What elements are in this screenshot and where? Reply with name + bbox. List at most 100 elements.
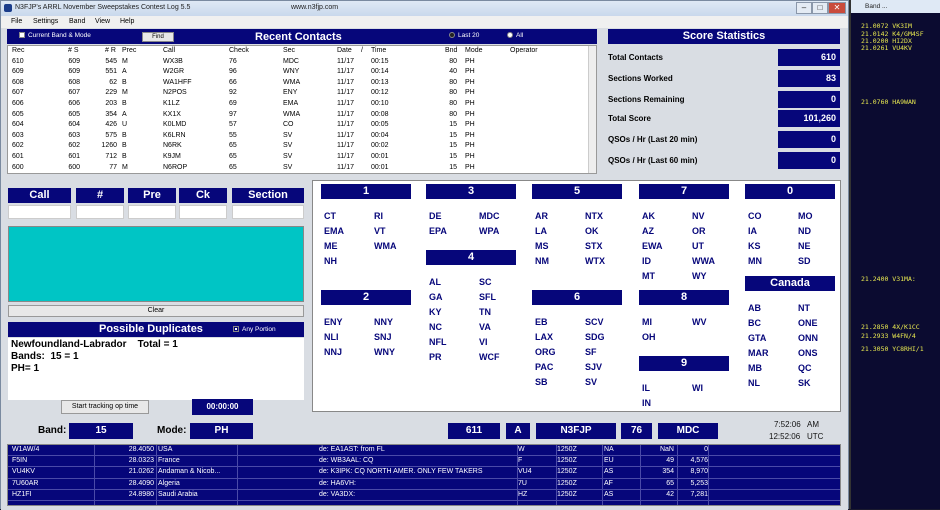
any-portion-checkbox[interactable]: Any Portion xyxy=(233,326,276,333)
last20-radio[interactable]: Last 20 xyxy=(449,32,479,39)
section-wma: WMA xyxy=(374,241,397,251)
spot-row[interactable]: HZ1FI 24.8980 Saudi Arabia de: VA3DX: HZ 1250… xyxy=(8,490,840,501)
table-row[interactable]: 600 600 77 M N6ROP 65 SV 11/17 00:01 15 PH xyxy=(8,163,596,173)
band-map-spot[interactable]: 21.2933 W4FN/4 xyxy=(861,332,916,340)
all-radio[interactable]: All xyxy=(507,32,523,39)
section-wpa: WPA xyxy=(479,226,500,236)
table-scrollbar[interactable] xyxy=(588,46,596,173)
possible-duplicates-body: Newfoundland-Labrador Total = 1 Bands: 1… xyxy=(8,338,304,400)
find-button[interactable]: Find xyxy=(142,32,174,42)
stat-total-contacts: Total Contacts 610 xyxy=(608,49,840,68)
table-cell: N6RK xyxy=(163,142,182,150)
section-vi: VI xyxy=(479,337,488,347)
table-cell: 00:01 xyxy=(371,152,389,160)
section-mn: MN xyxy=(748,256,762,266)
table-row[interactable]: 603 603 575 B K6LRN 55 SV 11/17 00:04 15 PH xyxy=(8,131,596,142)
menu-file[interactable]: File xyxy=(11,18,22,25)
close-button[interactable]: ✕ xyxy=(828,2,846,14)
table-row[interactable]: 608 608 62 B WA1HFF 66 WMA 11/17 00:13 80 PH xyxy=(8,78,596,89)
table-row[interactable]: 602 602 1260 B N6RK 65 SV 11/17 00:02 15 PH xyxy=(8,141,596,152)
current-band-mode-checkbox[interactable]: Current Band & Mode xyxy=(19,32,91,39)
table-row[interactable]: 604 604 426 U K0LMD 57 CO 11/17 00:05 15 PH xyxy=(8,120,596,131)
table-cell: 15 xyxy=(449,131,457,139)
table-cell: 11/17 xyxy=(337,131,354,139)
table-cell: 607 xyxy=(68,89,80,97)
table-cell: 1260 xyxy=(101,142,117,150)
table-row[interactable]: 609 609 551 A W2GR 96 WNY 11/17 00:14 40 PH xyxy=(8,67,596,78)
table-cell: 80 xyxy=(449,78,457,86)
section-mo: MO xyxy=(798,211,813,221)
spot-row[interactable]: VU4KV 21.0262 Andaman & Nicob... de: K3IPK:… xyxy=(8,467,840,479)
section-mar: MAR xyxy=(748,348,769,358)
menu-view[interactable]: View xyxy=(95,18,110,25)
section-il: IL xyxy=(642,383,650,393)
band-map-spot[interactable]: 21.2400 V31MA: xyxy=(861,275,916,283)
col-slash: / xyxy=(361,47,363,54)
section-input[interactable] xyxy=(232,205,304,219)
menu-band[interactable]: Band xyxy=(69,18,85,25)
spot-cell: HZ1FI xyxy=(12,490,32,498)
section-group-3: 3 xyxy=(426,184,516,199)
section-group-0: 0 xyxy=(745,184,835,199)
band-map-spot[interactable]: 21.3050 YC8RHI/1 xyxy=(861,345,924,353)
section-tn: TN xyxy=(479,307,491,317)
check-input[interactable] xyxy=(179,205,227,219)
table-cell: PH xyxy=(465,131,475,139)
menu-help[interactable]: Help xyxy=(120,18,134,25)
table-row[interactable]: 605 605 354 A KX1X 97 WMA 11/17 00:08 80 PH xyxy=(8,110,596,121)
section-ut: UT xyxy=(692,241,704,251)
table-row[interactable]: 607 607 229 M N2POS 92 ENY 11/17 00:12 80 PH xyxy=(8,88,596,99)
section-nny: NNY xyxy=(374,317,394,327)
table-cell: 76 xyxy=(229,57,237,65)
table-row[interactable]: 601 601 712 B K9JM 65 SV 11/17 00:01 15 PH xyxy=(8,152,596,163)
section-group-4: 4 xyxy=(426,250,516,265)
section-or: OR xyxy=(692,226,706,236)
spot-cell: 0 xyxy=(704,446,708,453)
spot-row[interactable]: 7U60AR 28.4090 Algeria de: HA6VH: 7U 1250Z AF 6… xyxy=(8,479,840,490)
table-cell: 11/17 xyxy=(337,121,354,129)
table-cell: 65 xyxy=(229,163,237,171)
section-one: ONE xyxy=(798,318,818,328)
table-cell: SV xyxy=(283,131,293,139)
start-tracking-button[interactable]: Start tracking op time xyxy=(61,400,149,414)
call-input[interactable] xyxy=(8,205,71,219)
app-icon xyxy=(4,4,12,12)
table-cell: WX3B xyxy=(163,57,183,65)
section-group-canada: Canada xyxy=(745,276,835,291)
table-header: Rec # S # R Prec Call Check Sec Date / T… xyxy=(8,46,596,57)
dx-spots-table[interactable]: W1AW/4 28.4050 USA de: EA1AST: from FL W 1250… xyxy=(7,444,841,506)
table-cell: 62 xyxy=(109,78,117,86)
table-cell: 11/17 xyxy=(337,57,354,65)
spot-cell: de: WB3AAL: CQ xyxy=(319,457,374,465)
status-display xyxy=(8,226,304,302)
band-map-spot[interactable]: 21.2850 4X/K1CC xyxy=(861,323,920,331)
menu-settings[interactable]: Settings xyxy=(33,18,58,25)
table-row[interactable]: 610 609 545 M WX3B 76 MDC 11/17 00:15 80 PH xyxy=(8,57,596,68)
section-ri: RI xyxy=(374,211,383,221)
minimize-button[interactable]: – xyxy=(796,2,812,14)
table-cell: M xyxy=(122,57,128,65)
table-row[interactable]: 606 606 203 B K1LZ 69 EMA 11/17 00:10 80 PH xyxy=(8,99,596,110)
table-cell: 603 xyxy=(12,131,24,139)
band-map-spot[interactable]: 21.0261 VU4KV xyxy=(861,44,912,52)
section-ky: KY xyxy=(429,307,442,317)
spot-row[interactable]: W1AW/4 28.4050 USA de: EA1AST: from FL W 1250… xyxy=(8,445,840,457)
table-cell: 354 xyxy=(105,110,117,118)
section-label: Section xyxy=(232,188,304,203)
table-cell: 203 xyxy=(105,99,117,107)
spot-row[interactable]: F5IN 28.0323 France de: WB3AAL: CQ F 1250Z EU 4… xyxy=(8,456,840,468)
clear-button[interactable]: Clear xyxy=(8,305,304,317)
prec-input[interactable] xyxy=(128,205,176,219)
dupe-line: Newfoundland-Labrador Total = 1 xyxy=(11,339,178,350)
table-cell: A xyxy=(122,110,127,118)
table-cell: 575 xyxy=(105,131,117,139)
spot-cell: Andaman & Nicob... xyxy=(158,468,221,476)
table-cell: 608 xyxy=(68,78,80,86)
table-cell: N6ROP xyxy=(163,163,188,171)
band-map-spot[interactable]: 21.0760 HA9WAN xyxy=(861,98,916,106)
spot-cell: 1250Z xyxy=(557,468,577,476)
number-input[interactable] xyxy=(76,205,124,219)
maximize-button[interactable]: □ xyxy=(812,2,828,14)
recent-contacts-table[interactable]: Rec # S # R Prec Call Check Sec Date / T… xyxy=(7,45,597,174)
band-map-spot[interactable]: 21.0072 VK3IM xyxy=(861,22,912,30)
